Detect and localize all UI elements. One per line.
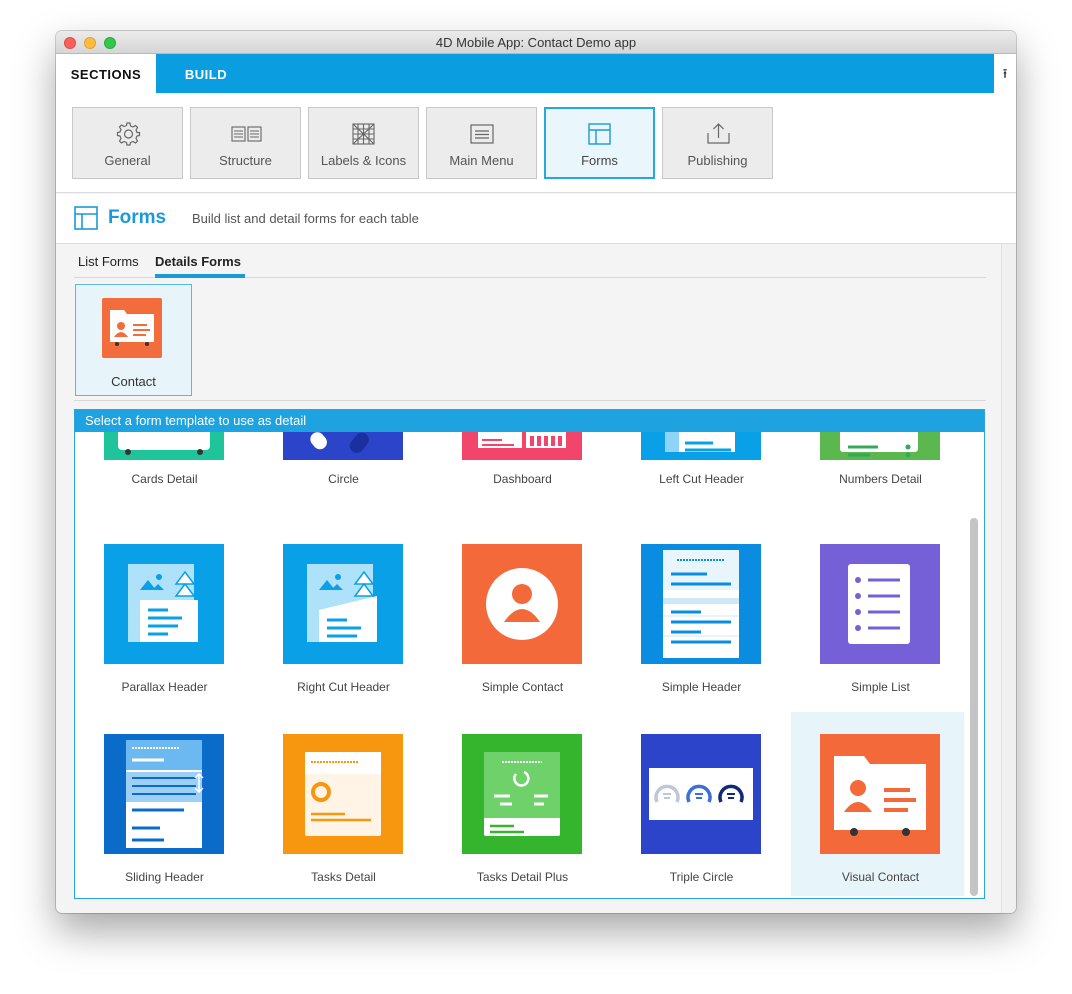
section-labels-icons[interactable]: Labels & Icons [308, 107, 419, 179]
template-label: Simple Contact [481, 680, 564, 694]
forms-icon [74, 206, 98, 230]
labels-icons-icon [309, 122, 418, 146]
divider [74, 400, 986, 401]
section-label: Forms [581, 153, 618, 168]
table-item-label: Contact [111, 374, 156, 389]
structure-icon [191, 122, 300, 146]
title-bar: 4D Mobile App: Contact Demo app [56, 31, 1016, 54]
simple-list-thumbnail [820, 544, 940, 664]
template-right-cut-header[interactable]: Right Cut Header [254, 522, 427, 706]
contact-table-icon [102, 298, 162, 358]
section-label: Main Menu [449, 153, 514, 168]
section-label: Publishing [687, 153, 748, 168]
section-general[interactable]: General [72, 107, 183, 179]
upload-icon: ⭱ [1002, 66, 1008, 81]
content-scrollbar[interactable] [1001, 244, 1016, 913]
publish-icon [663, 122, 772, 146]
template-sliding-header[interactable]: Sliding Header [75, 712, 248, 896]
simple-contact-thumbnail [462, 544, 582, 664]
table-item-contact[interactable]: Contact [75, 284, 192, 396]
page-description: Build list and detail forms for each tab… [192, 211, 419, 226]
menu-icon [427, 122, 536, 146]
section-structure[interactable]: Structure [190, 107, 301, 179]
template-label: Visual Contact [841, 870, 920, 884]
parallax-header-thumbnail [104, 544, 224, 664]
template-simple-header[interactable]: Simple Header [612, 522, 785, 706]
template-label: Cards Detail [131, 472, 198, 486]
zoom-window-button[interactable] [104, 37, 116, 49]
template-picker: Select a form template to use as detail … [74, 409, 985, 899]
sliding-header-thumbnail [104, 734, 224, 854]
template-parallax-header[interactable]: Parallax Header [75, 522, 248, 706]
right-cut-header-thumbnail [283, 544, 403, 664]
section-label: Structure [219, 153, 272, 168]
template-label: Parallax Header [121, 680, 208, 694]
picker-scrollbar[interactable] [970, 518, 978, 896]
section-forms[interactable]: Forms [544, 107, 655, 179]
template-visual-contact[interactable]: Visual Contact [791, 712, 964, 896]
template-label: Right Cut Header [297, 680, 390, 694]
section-label: Labels & Icons [320, 153, 407, 168]
tasks-detail-thumbnail [283, 734, 403, 854]
section-main-menu[interactable]: Main Menu [426, 107, 537, 179]
form-type-tabs: List Forms Details Forms [74, 244, 986, 278]
template-simple-contact[interactable]: Simple Contact [433, 522, 606, 706]
tab-details-forms[interactable]: Details Forms [155, 254, 241, 269]
template-label: Numbers Detail [839, 472, 922, 486]
template-label: Triple Circle [669, 870, 734, 884]
template-label: Simple List [851, 680, 910, 694]
tab-sections[interactable]: SECTIONS [56, 54, 156, 93]
template-label: Tasks Detail Plus [476, 870, 569, 884]
page-header: Forms Build list and detail forms for ea… [56, 194, 1016, 244]
picker-heading: Select a form template to use as detail [75, 410, 984, 432]
top-tab-bar: SECTIONS BUILD [56, 54, 994, 93]
tasks-detail-plus-thumbnail [462, 734, 582, 854]
template-tasks-detail[interactable]: Tasks Detail [254, 712, 427, 896]
tab-list-forms[interactable]: List Forms [78, 254, 139, 269]
app-window: 4D Mobile App: Contact Demo app SECTIONS… [56, 31, 1016, 913]
page-title: Forms [108, 207, 167, 228]
template-label: Simple Header [661, 680, 742, 694]
tab-build[interactable]: BUILD [156, 54, 256, 93]
forms-icon [546, 122, 653, 146]
minimize-window-button[interactable] [84, 37, 96, 49]
visual-contact-thumbnail [820, 734, 940, 854]
close-window-button[interactable] [64, 37, 76, 49]
section-toolbar: General Structure Labels & Icons Main Me… [56, 93, 1016, 193]
template-label: Tasks Detail [311, 870, 376, 884]
template-label: Sliding Header [125, 870, 204, 884]
template-tasks-detail-plus[interactable]: Tasks Detail Plus [433, 712, 606, 896]
section-publishing[interactable]: Publishing [662, 107, 773, 179]
template-label: Circle [328, 472, 359, 486]
active-tab-indicator [155, 274, 245, 278]
upload-button[interactable]: ⭱ [994, 54, 1016, 93]
template-simple-list[interactable]: Simple List [791, 522, 964, 706]
template-label: Left Cut Header [659, 472, 744, 486]
window-title: 4D Mobile App: Contact Demo app [435, 35, 637, 50]
simple-header-thumbnail [641, 544, 761, 664]
triple-circle-thumbnail [641, 734, 761, 854]
template-label: Dashboard [493, 472, 552, 486]
template-triple-circle[interactable]: Triple Circle [612, 712, 785, 896]
section-label: General [104, 153, 151, 168]
gear-icon [73, 122, 182, 146]
